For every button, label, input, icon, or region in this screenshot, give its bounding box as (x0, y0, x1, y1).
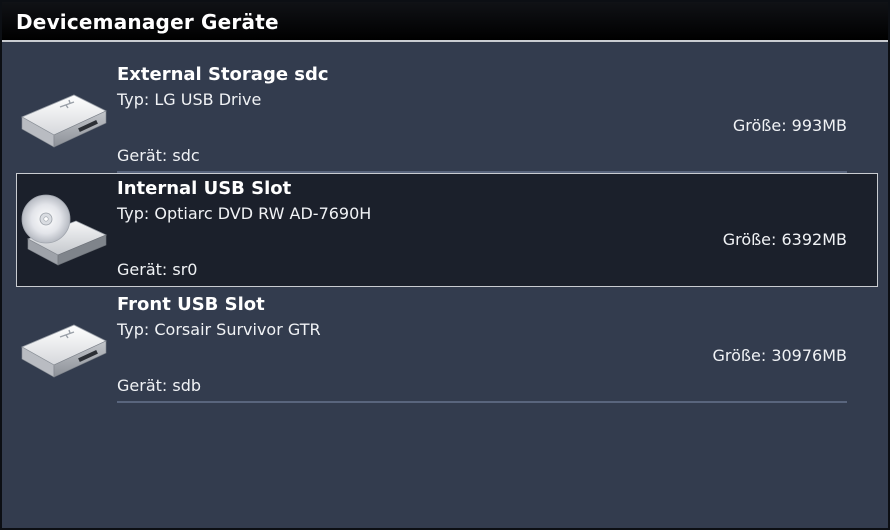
device-type: Typ: Corsair Survivor GTR (117, 320, 321, 339)
device-size: Größe: 6392MB (722, 230, 847, 249)
item-separator (117, 401, 847, 403)
device-item-sr0[interactable]: Internal USB Slot Typ: Optiarc DVD RW AD… (16, 173, 878, 287)
device-item-sdb[interactable]: Front USB Slot Typ: Corsair Survivor GTR… (16, 287, 878, 403)
title-bar: Devicemanager Geräte (2, 2, 888, 42)
window-title: Devicemanager Geräte (16, 10, 279, 34)
device-item-sdc[interactable]: External Storage sdc Typ: LG USB Drive G… (16, 57, 878, 173)
usb-drive-icon (21, 324, 107, 378)
device-type: Typ: LG USB Drive (117, 90, 262, 109)
device-node: Gerät: sdc (117, 146, 200, 165)
device-size: Größe: 30976MB (712, 346, 848, 365)
device-name: External Storage sdc (117, 64, 329, 85)
devicemanager-window: Devicemanager Geräte External Storage sd… (0, 0, 890, 530)
device-name: Front USB Slot (117, 294, 265, 315)
device-name: Internal USB Slot (117, 178, 292, 199)
device-type: Typ: Optiarc DVD RW AD-7690H (117, 204, 372, 223)
usb-drive-icon (21, 94, 107, 148)
device-size: Größe: 993MB (732, 116, 847, 135)
device-list[interactable]: External Storage sdc Typ: LG USB Drive G… (16, 57, 878, 403)
device-node: Gerät: sdb (117, 376, 202, 395)
optical-drive-icon (21, 194, 107, 266)
device-node: Gerät: sr0 (117, 260, 198, 279)
